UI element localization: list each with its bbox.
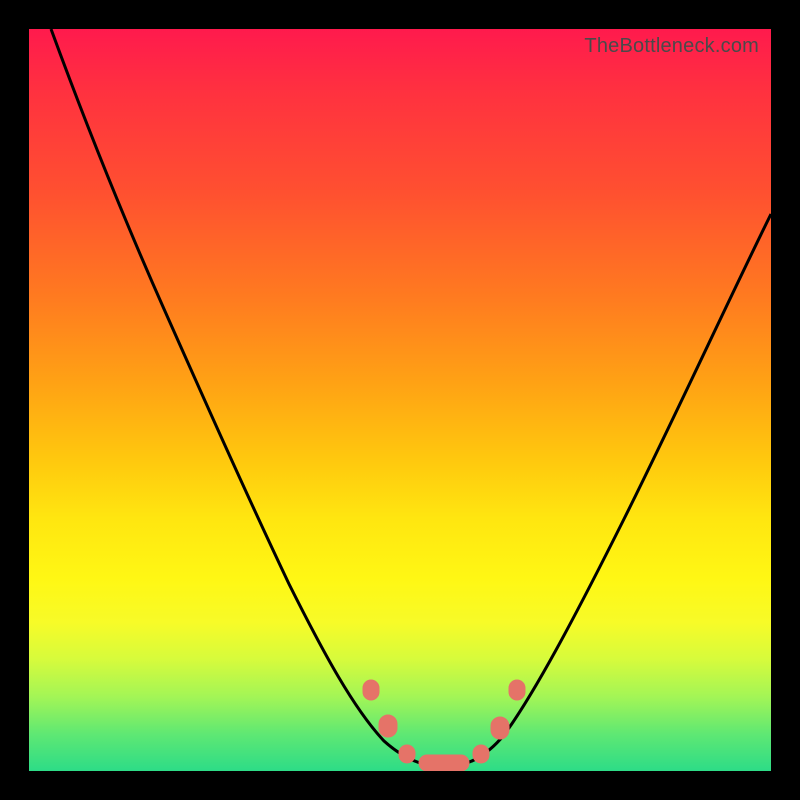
marker	[491, 717, 509, 739]
marker	[473, 745, 489, 763]
bottleneck-curve-svg	[29, 29, 771, 771]
marker	[399, 745, 415, 763]
bottleneck-curve-path	[51, 29, 771, 767]
trough-markers	[363, 680, 525, 771]
outer-frame: TheBottleneck.com	[0, 0, 800, 800]
plot-area: TheBottleneck.com	[29, 29, 771, 771]
marker	[509, 680, 525, 700]
marker	[379, 715, 397, 737]
marker	[419, 755, 469, 771]
marker	[363, 680, 379, 700]
